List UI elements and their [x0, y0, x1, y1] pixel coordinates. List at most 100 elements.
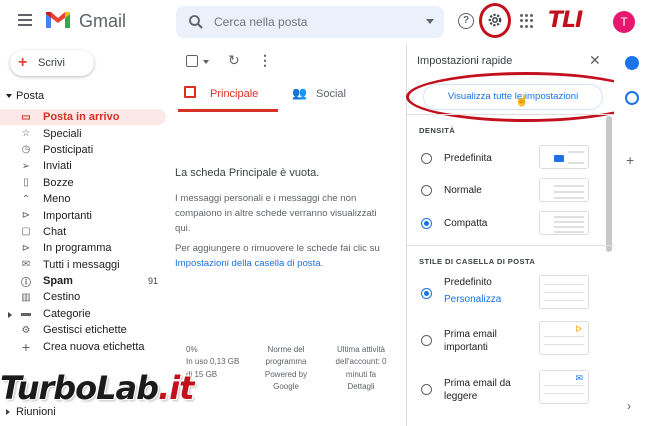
sidebar-nav: ▭ Posta in arrivo ☆ Speciali ◷ Posticipati … [0, 109, 166, 355]
all-mail-icon: ✉ [21, 259, 31, 271]
add-addon-icon[interactable]: + [626, 152, 634, 168]
view-all-settings-button[interactable]: Visualizza tutte le impostazioni [406, 72, 646, 122]
option-label: Predefinito [444, 277, 492, 288]
people-icon: 👥 [292, 86, 307, 100]
sidebar-item-categories[interactable]: ▬ Categorie [0, 306, 166, 322]
chat-icon: ▢ [21, 226, 31, 238]
help-icon[interactable]: ? [458, 13, 474, 29]
inbox-unread-preview: ✉ [539, 370, 589, 404]
sidebar-item-spam[interactable]: ⓘ Spam 91 [0, 273, 166, 289]
empty-state-hint: Per aggiungere o rimuovere le schede fai… [175, 241, 393, 271]
radio-button[interactable] [421, 384, 432, 395]
empty-state-title: La scheda Principale è vuota. [175, 167, 320, 179]
sidebar-item-label: Chat [43, 225, 67, 238]
chevron-up-icon: ⌃ [21, 193, 31, 205]
option-label: Normale [444, 185, 482, 196]
radio-button[interactable] [421, 335, 432, 346]
tab-social[interactable]: 👥 Social [290, 76, 390, 112]
radio-button[interactable] [421, 153, 432, 164]
send-icon: ➢ [21, 160, 31, 172]
activity-line: dell'account: 0 [335, 357, 387, 367]
side-panel-rail: + › [614, 44, 650, 426]
settings-button-highlighted[interactable] [479, 3, 511, 38]
quick-settings-title: Impostazioni rapide [417, 55, 513, 67]
program-line: Powered by [264, 369, 308, 379]
sidebar-item-label: Posta in arrivo [43, 111, 120, 124]
sidebar-item-trash[interactable]: ▥ Cestino [0, 289, 166, 305]
select-all-checkbox[interactable] [186, 55, 198, 67]
sidebar-item-starred[interactable]: ☆ Speciali [0, 125, 166, 141]
caret-down-icon [6, 94, 12, 99]
account-activity[interactable]: Ultima attività dell'account: 0 minuti f… [324, 344, 398, 394]
compose-label: Scrivi [38, 57, 65, 69]
search-input[interactable]: Cerca nella posta [214, 15, 307, 29]
search-options-icon[interactable] [426, 19, 434, 24]
tab-primary[interactable]: Principale [178, 76, 278, 112]
radio-button[interactable] [421, 185, 432, 196]
avatar[interactable]: T [613, 11, 635, 33]
option-label: Prima email [444, 329, 497, 340]
customize-link[interactable]: Personalizza [444, 294, 501, 305]
inbox-settings-link[interactable]: Impostazioni della casella di posta [175, 258, 321, 269]
compose-plus-icon: + [18, 54, 28, 71]
search-icon[interactable] [188, 14, 204, 30]
compose-button[interactable]: + Scrivi [10, 50, 94, 76]
activity-line: minuti fa [345, 369, 377, 379]
watermark-domain: .it [158, 369, 194, 407]
google-apps-icon[interactable] [520, 14, 534, 28]
activity-line: Ultima attività [336, 345, 385, 354]
star-icon: ☆ [21, 128, 31, 140]
sidebar-item-important[interactable]: ⊳ Importanti [0, 207, 166, 223]
more-options-icon[interactable]: ⋮ [258, 52, 272, 69]
inbox-tab-icon [184, 86, 196, 98]
radio-button-selected[interactable] [421, 288, 432, 299]
mail-section-toggle[interactable]: Posta [6, 90, 44, 102]
sidebar-item-drafts[interactable]: ▯ Bozze [0, 175, 166, 191]
select-dropdown-icon[interactable] [203, 60, 209, 64]
sidebar-item-all-mail[interactable]: ✉ Tutti i messaggi [0, 257, 166, 273]
calendar-icon[interactable] [625, 56, 639, 70]
inbox-default-preview [539, 275, 589, 309]
program-policies[interactable]: Norme del programma Powered by Google [248, 344, 324, 394]
sidebar-item-less[interactable]: ⌃ Meno [0, 191, 166, 207]
storage-total: di 15 GB [186, 369, 218, 379]
panel-scrollbar[interactable] [606, 116, 612, 252]
expand-arrow-icon[interactable] [8, 311, 12, 318]
density-default-preview [539, 145, 589, 169]
sidebar-item-create-label[interactable]: + Crea nuova etichetta [0, 338, 166, 355]
radio-button-selected[interactable] [421, 218, 432, 229]
search-bar[interactable]: Cerca nella posta [176, 6, 444, 38]
draft-icon: ▯ [23, 177, 29, 189]
important-marker-icon: ᐅ [575, 324, 582, 334]
sidebar-item-snoozed[interactable]: ◷ Posticipati [0, 142, 166, 158]
program-line: Norme del [267, 345, 305, 354]
storage-used: In uso 0,13 GB [186, 357, 240, 367]
activity-details-link[interactable]: Dettagli [324, 381, 398, 393]
sidebar-item-chat[interactable]: ▢ Chat [0, 224, 166, 240]
close-icon[interactable]: ✕ [589, 52, 601, 69]
density-compact-preview [539, 211, 589, 235]
hand-cursor-icon: ☝ [515, 95, 529, 107]
app-name: Gmail [79, 11, 127, 31]
density-heading: DENSITÀ [419, 126, 456, 135]
sidebar-item-manage-labels[interactable]: ⚙ Gestisci etichette [0, 322, 166, 338]
sidebar-item-scheduled[interactable]: ⊳ In programma [0, 240, 166, 256]
sidebar-item-inbox[interactable]: ▭ Posta in arrivo [0, 109, 166, 126]
gear-icon[interactable] [487, 12, 503, 28]
view-all-settings-label: Visualizza tutte le impostazioni [447, 91, 579, 102]
scheduled-icon: ⊳ [21, 242, 31, 254]
main-menu-icon[interactable] [18, 14, 32, 26]
gmail-logo-icon[interactable] [45, 10, 71, 30]
sidebar-item-label: Speciali [43, 127, 82, 140]
spam-icon: ⓘ [21, 277, 31, 289]
sidebar-item-label: Meno [43, 193, 71, 206]
trash-icon: ▥ [21, 291, 31, 303]
tab-label: Social [316, 88, 346, 100]
meetings-section[interactable]: Riunioni [6, 406, 56, 418]
spam-count: 91 [147, 276, 158, 287]
sidebar-item-label: In programma [43, 242, 112, 255]
tasks-icon[interactable] [625, 91, 639, 105]
sidebar-item-sent[interactable]: ➢ Inviati [0, 158, 166, 174]
chevron-right-icon[interactable]: › [627, 399, 631, 413]
refresh-icon[interactable]: ↻ [228, 52, 240, 69]
